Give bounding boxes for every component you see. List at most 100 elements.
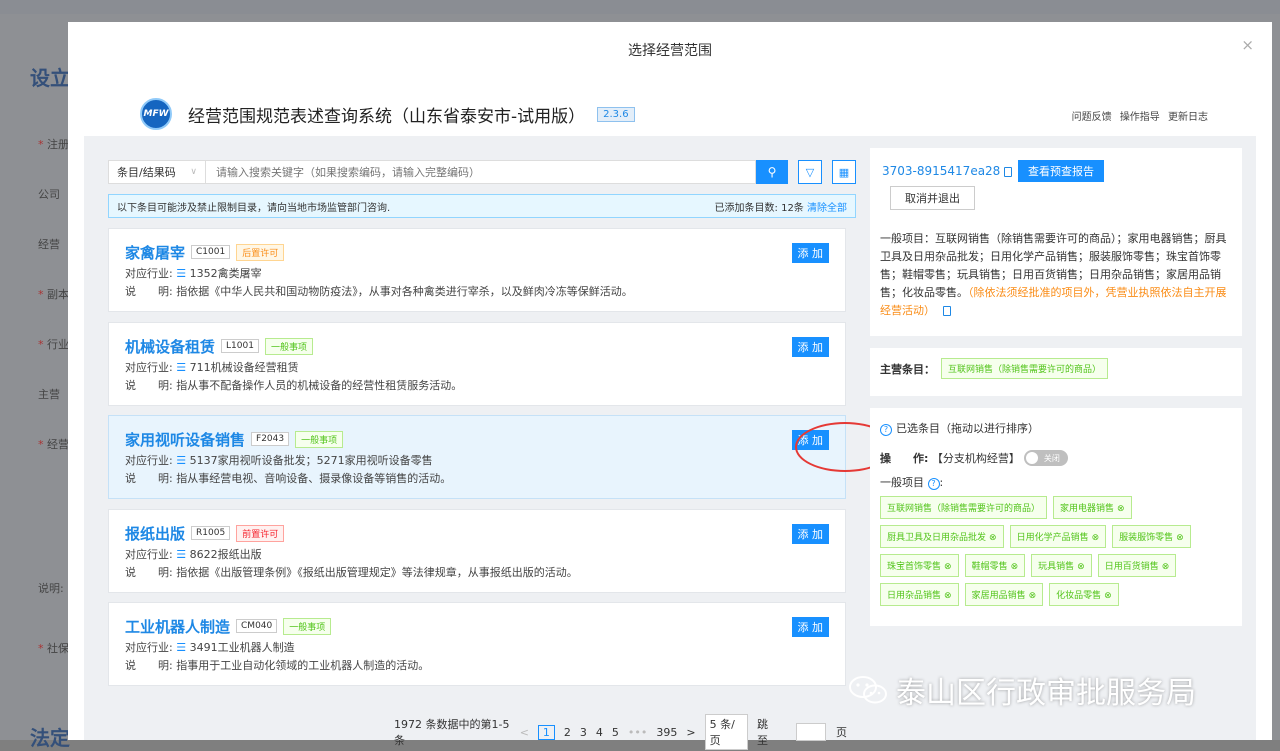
page-last[interactable]: 395 <box>656 726 677 739</box>
list-icon: ☰ <box>176 361 187 374</box>
close-circle-icon: ⊗ <box>1077 562 1085 572</box>
page-size-select[interactable]: 5 条/页 <box>704 714 749 750</box>
modal-title: 选择经营范围 <box>628 43 712 59</box>
selected-chip[interactable]: 日用化学产品销售 ⊗ <box>1009 525 1107 548</box>
close-circle-icon: ⊗ <box>1010 562 1019 572</box>
bg-section-title: 设立 <box>30 66 70 90</box>
search-icon: ⚲ <box>767 165 777 179</box>
copy-icon[interactable] <box>942 306 951 316</box>
logo-icon: MFW <box>140 98 172 130</box>
search-bar: 条目/结果码∨ ⚲ ▽ ▦ <box>108 160 856 184</box>
help-icon: ? <box>927 478 940 490</box>
selected-chip[interactable]: 厨具卫具及日用杂品批发 ⊗ <box>880 525 1004 548</box>
selected-chip[interactable]: 珠宝首饰零售 ⊗ <box>880 554 959 577</box>
search-input[interactable] <box>206 160 756 184</box>
bg-label: 主营 <box>38 388 60 401</box>
pager-summary: 1972 条数据中的第1-5条 <box>394 718 510 747</box>
close-circle-icon: ⊗ <box>1028 591 1037 601</box>
top-links: 问题反馈 操作指导 更新日志 <box>1067 108 1208 123</box>
item-code: F2043 <box>251 432 290 446</box>
result-card: 家用视听设备销售 F2043 一般事项 添 加 对应行业: ☰ 5137家用视听设备… <box>108 415 846 499</box>
page-ellipsis[interactable]: ••• <box>628 726 647 739</box>
selected-chip[interactable]: 家用电器销售 ⊗ <box>1053 496 1132 519</box>
close-circle-icon: ⊗ <box>1091 533 1100 543</box>
industry-value: 1352禽类屠宰 <box>189 267 262 280</box>
permit-tag: 后置许可 <box>236 243 285 261</box>
query-id[interactable]: 3703-8915417ea28 <box>882 164 1013 178</box>
industry-value: 5137家用视听设备批发；5271家用视听设备零售 <box>189 454 433 467</box>
permit-tag: 一般事项 <box>283 617 332 635</box>
add-button[interactable]: 添 加 <box>791 243 829 263</box>
add-button[interactable]: 添 加 <box>791 617 829 637</box>
close-circle-icon: ⊗ <box>1176 533 1184 543</box>
changelog-link[interactable]: 更新日志 <box>1168 112 1208 123</box>
item-code: R1005 <box>191 526 231 540</box>
list-icon: ☰ <box>176 641 187 654</box>
selected-chip[interactable]: 互联网销售（除销售需要许可的商品） <box>880 496 1048 519</box>
bg-label: 经营 <box>38 436 69 452</box>
close-circle-icon: ⊗ <box>944 562 952 572</box>
version-badge: 2.3.6 <box>597 106 635 122</box>
operation-label: 操 作: <box>880 452 929 465</box>
close-icon[interactable]: × <box>1241 36 1254 54</box>
description: 指依据《中华人民共和国动物防疫法》，从事对各种禽类进行宰杀，以及鲜肉冷冻等保鲜活… <box>176 285 633 298</box>
selected-chip[interactable]: 家居用品销售 ⊗ <box>964 583 1044 606</box>
selected-chip[interactable]: 服装服饰零售 ⊗ <box>1112 525 1191 548</box>
bg-section-title: 法定 <box>30 726 70 750</box>
help-icon: ? <box>880 424 892 436</box>
scope-text: 一般项目：互联网销售（除销售需要许可的商品）；家用电器销售；厨具卫具及日用杂品批… <box>880 232 1227 317</box>
watermark: 泰山区行政审批服务局 <box>848 668 1196 712</box>
filter-button[interactable]: ▽ <box>798 160 822 184</box>
grid-view-button[interactable]: ▦ <box>832 160 856 184</box>
search-button[interactable]: ⚲ <box>756 160 788 184</box>
main-item-label: 主营条目： <box>880 362 935 376</box>
copy-icon[interactable] <box>1004 166 1013 177</box>
page-4[interactable]: 4 <box>596 726 603 739</box>
next-page-button[interactable]: > <box>686 726 695 739</box>
selected-chip[interactable]: 日用杂品销售 ⊗ <box>880 583 959 606</box>
add-button[interactable]: 添 加 <box>791 524 829 544</box>
selected-title: 已选条目（拖动以进行排序） <box>896 422 1039 435</box>
cancel-exit-button[interactable]: 取消并退出 <box>890 186 975 210</box>
page-1[interactable]: 1 <box>537 724 555 740</box>
wechat-icon <box>849 676 887 704</box>
item-name[interactable]: 家用视听设备销售 <box>125 429 245 450</box>
feedback-link[interactable]: 问题反馈 <box>1072 112 1112 123</box>
close-circle-icon: ⊗ <box>944 591 952 601</box>
result-panel: 3703-8915417ea28 查看预查报告 取消并退出 一般项目：互联网销售… <box>870 148 1242 336</box>
page-unit: 页 <box>836 726 847 739</box>
close-circle-icon: ⊗ <box>1117 504 1125 514</box>
description: 指从事经营电视、音响设备、摄录像设备等销售的活动。 <box>176 472 452 485</box>
added-count: 已添加条目数: 12条 <box>714 202 804 214</box>
add-button[interactable]: 添 加 <box>791 337 829 357</box>
search-type-select[interactable]: 条目/结果码 ∨ <box>108 160 206 184</box>
industry-value: 8622报纸出版 <box>189 548 262 561</box>
bg-label: 说明: <box>38 582 64 595</box>
description: 指事用于工业自动化领域的工业机器人制造的活动。 <box>176 659 430 672</box>
branch-toggle[interactable]: 关闭 <box>1023 450 1068 466</box>
jump-input[interactable] <box>796 723 826 741</box>
view-report-button[interactable]: 查看预查报告 <box>1018 160 1104 182</box>
description: 指依据《出版管理条例》《报纸出版管理规定》等法律规章，从事报纸出版的活动。 <box>176 566 578 579</box>
item-code: L1001 <box>221 339 259 353</box>
item-code: C1001 <box>191 245 231 259</box>
selected-chip[interactable]: 鞋帽零售 ⊗ <box>964 554 1026 577</box>
selected-chip[interactable]: 玩具销售 ⊗ <box>1031 554 1092 577</box>
page-3[interactable]: 3 <box>580 726 587 739</box>
guide-link[interactable]: 操作指导 <box>1120 112 1160 123</box>
selected-chip[interactable]: 化妆品零售 ⊗ <box>1049 583 1119 606</box>
list-icon: ☰ <box>176 548 187 561</box>
item-name[interactable]: 工业机器人制造 <box>125 616 230 637</box>
operation-text: 【分支机构经营】 <box>931 452 1020 465</box>
grid-icon: ▦ <box>838 165 850 179</box>
close-circle-icon: ⊗ <box>989 533 997 543</box>
clear-all-link[interactable]: 清除全部 <box>807 203 847 214</box>
content-area: 条目/结果码∨ ⚲ ▽ ▦ 以下条目可能涉及禁止限制目录，请向当地市场监管部门咨… <box>84 136 1256 750</box>
item-name[interactable]: 报纸出版 <box>125 523 185 544</box>
item-name[interactable]: 机械设备租赁 <box>125 336 215 357</box>
prev-page-button[interactable]: < <box>520 726 529 739</box>
item-name[interactable]: 家禽屠宰 <box>125 242 185 263</box>
page-5[interactable]: 5 <box>612 726 619 739</box>
selected-chip[interactable]: 日用百货销售 ⊗ <box>1097 554 1177 577</box>
page-2[interactable]: 2 <box>564 726 571 739</box>
